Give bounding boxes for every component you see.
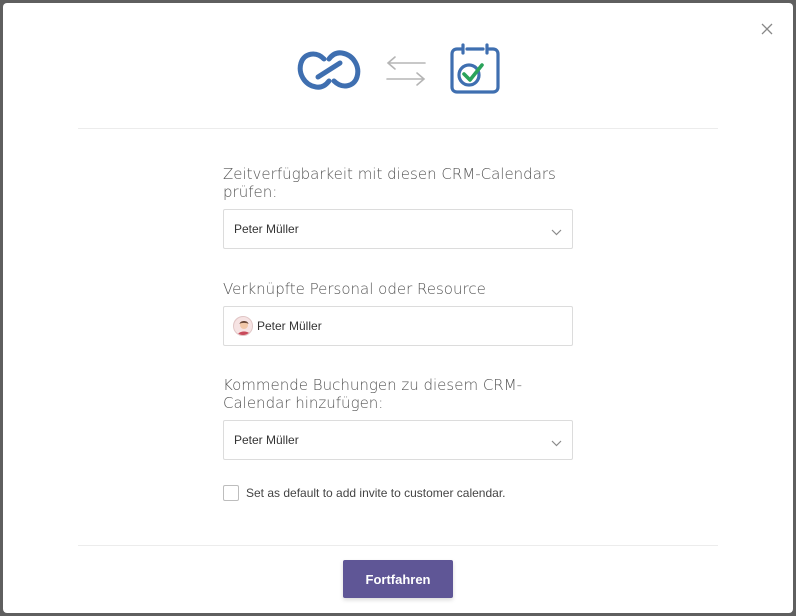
check-availability-value: Peter Müller [234,222,299,236]
chevron-down-icon [551,225,562,239]
top-divider [78,128,718,129]
integration-dialog: Zeitverfügbarkeit mit diesen CRM-Calenda… [3,3,793,613]
chevron-down-icon [551,436,562,450]
continue-button[interactable]: Fortfahren [343,560,453,598]
upcoming-bookings-label: Kommende Buchungen zu diesem CRM-Calenda… [223,376,523,412]
check-availability-label: Zeitverfügbarkeit mit diesen CRM-Calenda… [223,165,556,201]
linked-personal-label: Verknüpfte Personal oder Resource [223,280,486,298]
linked-personal-field[interactable]: Peter Müller [223,306,573,346]
upcoming-bookings-select[interactable]: Peter Müller [223,420,573,460]
upcoming-bookings-value: Peter Müller [234,433,299,447]
calendar-check-icon [450,43,500,94]
zoho-crm-link-icon [297,50,361,90]
integration-icons [3,43,793,99]
close-icon[interactable] [759,21,775,37]
default-invite-row: Set as default to add invite to customer… [223,485,506,501]
default-invite-checkbox[interactable] [223,485,239,501]
linked-personal-value: Peter Müller [257,319,322,333]
default-invite-label: Set as default to add invite to customer… [246,486,506,500]
avatar [233,316,253,336]
sync-arrows-icon [386,56,426,86]
check-availability-select[interactable]: Peter Müller [223,209,573,249]
bottom-divider [78,545,718,546]
